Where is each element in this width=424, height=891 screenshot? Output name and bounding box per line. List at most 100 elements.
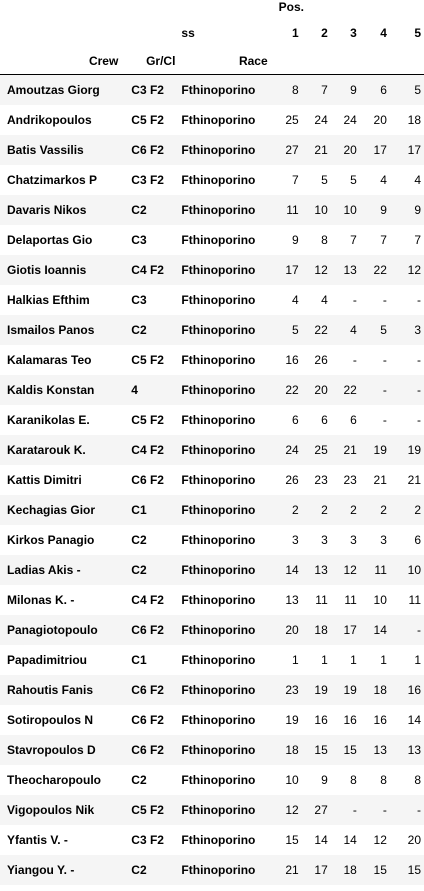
race-cell: Fthinoporino <box>181 772 256 787</box>
pos-cell-3: 11 <box>344 592 357 607</box>
pos-col-header-2: 2 <box>321 26 328 40</box>
pos-cell-4: 1 <box>380 652 387 667</box>
crew-cell: Batis Vassilis <box>7 142 84 157</box>
pos-cell-5: 4 <box>414 172 421 187</box>
pos-cell-5: 16 <box>407 682 421 697</box>
pos-cell-2: 7 <box>321 82 328 97</box>
crew-cell: Chatzimarkos P <box>7 172 98 187</box>
pos-cell-2: 25 <box>314 442 328 457</box>
pos-cell-5: 1 <box>414 652 421 667</box>
pos-col-header-1: 1 <box>292 26 299 40</box>
pos-cell-2: 5 <box>321 172 328 187</box>
crew-cell: Theocharopoulo <box>7 772 101 787</box>
table-row: Panagiotopoulo C6 F2 Fthinoporino 20 18 17 14 - <box>0 614 424 645</box>
race-cell: Fthinoporino <box>181 82 256 97</box>
pos-cell-2: 27 <box>314 802 328 817</box>
pos-cell-2: 21 <box>314 142 328 157</box>
grcl-cell: C2 <box>131 532 147 547</box>
race-cell: Fthinoporino <box>181 232 256 247</box>
grcl-cell: C6 F2 <box>131 622 164 637</box>
race-cell: Fthinoporino <box>181 352 256 367</box>
grcl-cell: C2 <box>131 862 147 877</box>
pos-cell-1: 3 <box>292 532 299 547</box>
pos-cell-3: 5 <box>350 172 357 187</box>
pos-cell-2: 6 <box>321 412 328 427</box>
pos-cell-1: 11 <box>286 202 299 217</box>
pos-cell-4: 16 <box>373 712 387 727</box>
pos-cell-5: - <box>417 412 421 427</box>
race-cell: Fthinoporino <box>181 472 256 487</box>
grcl-cell: C2 <box>131 202 147 217</box>
pos-cell-3: 21 <box>343 442 357 457</box>
pos-cell-4: 17 <box>373 142 387 157</box>
pos-cell-4: 22 <box>373 262 387 277</box>
race-cell: Fthinoporino <box>181 442 256 457</box>
table-row: Kattis Dimitri C6 F2 Fthinoporino 26 23 23 21 2… <box>0 465 424 495</box>
crew-cell: Kirkos Panagio <box>7 532 95 547</box>
pos-cell-2: 20 <box>314 382 328 397</box>
pos-cell-5: - <box>417 352 421 367</box>
crew-cell: Panagiotopoulo <box>7 622 98 637</box>
pos-cell-3: 18 <box>343 862 357 877</box>
grcl-cell: C6 F2 <box>131 712 164 727</box>
pos-cell-2: 14 <box>314 832 328 847</box>
pos-cell-5: - <box>417 802 421 817</box>
pos-cell-4: 5 <box>380 322 387 337</box>
table-row: Ismailos Panos C2 Fthinoporino 5 22 4 5 3 <box>0 314 424 345</box>
pos-cell-4: - <box>382 292 387 307</box>
table-row: Kalamaras Teo C5 F2 Fthinoporino 16 26 - - - <box>0 345 424 375</box>
pos-cell-5: 15 <box>407 862 421 877</box>
pos-cell-5: 7 <box>414 232 421 247</box>
pos-cell-1: 27 <box>285 142 299 157</box>
pos-cell-1: 23 <box>285 682 299 697</box>
crew-cell: Giotis Ioannis <box>7 262 87 277</box>
table-row: Karanikolas E. C5 F2 Fthinoporino 6 6 6 - - <box>0 405 424 435</box>
crew-cell: Kechagias Gior <box>7 502 96 517</box>
pos-cell-5: 21 <box>407 472 421 487</box>
race-cell: Fthinoporino <box>181 862 256 877</box>
pos-cell-5: 3 <box>414 322 421 337</box>
pos-cell-2: 9 <box>321 772 328 787</box>
pos-header: Pos. <box>278 0 304 14</box>
crew-cell: Amoutzas Giorg <box>7 82 100 97</box>
crew-cell: Ladias Akis - <box>7 562 81 577</box>
table-row: Chatzimarkos P C3 F2 Fthinoporino 7 5 5 4 4 <box>0 165 424 195</box>
pos-cell-1: 13 <box>285 592 299 607</box>
pos-cell-5: 14 <box>407 712 421 727</box>
grcl-cell: C2 <box>131 562 147 577</box>
race-header: Race <box>179 47 273 75</box>
grcl-cell: C1 <box>131 502 147 517</box>
race-cell: Fthinoporino <box>181 592 256 607</box>
crew-cell: Davaris Nikos <box>7 202 87 217</box>
grcl-cell: C4 F2 <box>131 262 164 277</box>
crew-header: Crew <box>0 47 128 75</box>
pos-cell-3: 17 <box>343 622 357 637</box>
pos-cell-4: 19 <box>373 442 387 457</box>
pos-cell-3: 19 <box>343 682 357 697</box>
pos-cell-3: 1 <box>350 652 357 667</box>
pos-cell-3: 15 <box>343 742 357 757</box>
pos-cell-2: 24 <box>314 112 328 127</box>
crew-cell: Stavropoulos D <box>7 742 96 757</box>
pos-cell-4: - <box>382 382 387 397</box>
pos-cell-2: 26 <box>314 352 328 367</box>
grcl-cell: C3 <box>131 292 147 307</box>
results-table: Pos. ss 1 2 3 4 5 Crew Gr/Cl Race Amoutz… <box>0 0 424 885</box>
table-row: Davaris Nikos C2 Fthinoporino 11 10 10 9 9 <box>0 194 424 225</box>
race-cell: Fthinoporino <box>181 202 256 217</box>
pos-cell-2: 11 <box>315 592 328 607</box>
pos-cell-3: 16 <box>343 712 357 727</box>
pos-cell-3: 4 <box>350 322 357 337</box>
pos-cell-1: 26 <box>285 472 299 487</box>
crew-cell: Papadimitriou <box>7 652 88 667</box>
race-cell: Fthinoporino <box>181 652 256 667</box>
race-cell: Fthinoporino <box>181 382 256 397</box>
pos-cell-2: 18 <box>314 622 328 637</box>
grcl-cell: C3 F2 <box>131 832 164 847</box>
grcl-header: Gr/Cl <box>127 47 180 75</box>
pos-cell-1: 5 <box>292 322 299 337</box>
pos-cell-5: 5 <box>414 82 421 97</box>
pos-cell-1: 16 <box>285 352 299 367</box>
race-cell: Fthinoporino <box>181 292 256 307</box>
pos-cell-5: - <box>417 292 421 307</box>
